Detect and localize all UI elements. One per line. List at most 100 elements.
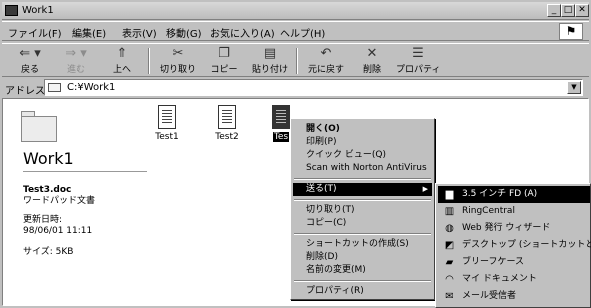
address-dropdown-button[interactable]: ▼ bbox=[567, 81, 581, 94]
send-to-desktop[interactable]: ◩ デスクトップ (ショートカットとして) bbox=[438, 237, 591, 254]
menu-item-send-to[interactable]: 送る(T) ▶ bbox=[293, 183, 432, 196]
address-bar: アドレス C:¥Work1 ▼ bbox=[2, 78, 589, 97]
folder-body-shape bbox=[21, 116, 57, 142]
toolbar-separator bbox=[296, 48, 298, 74]
menu-item-properties[interactable]: プロパティ(R) bbox=[293, 285, 432, 298]
send-to-floppy-label: 3.5 インチ FD (A) bbox=[462, 189, 538, 199]
document-icon bbox=[218, 105, 236, 129]
modified-value: 98/06/01 11:11 bbox=[23, 226, 93, 236]
menu-file[interactable]: ファイル(F) bbox=[8, 25, 62, 40]
menu-go[interactable]: 移動(G) bbox=[166, 25, 202, 40]
menu-item-delete[interactable]: 削除(D) bbox=[293, 251, 432, 264]
document-icon bbox=[272, 105, 290, 129]
menu-separator bbox=[294, 178, 431, 180]
menu-item-cut[interactable]: 切り取り(T) bbox=[293, 204, 432, 217]
modified-label: 更新日時: bbox=[23, 215, 63, 225]
folder-title: Work1 bbox=[23, 149, 74, 168]
up-label: 上へ bbox=[112, 65, 131, 75]
forward-label: 進む bbox=[66, 65, 85, 75]
send-to-web-publish-label: Web 発行 ウィザード bbox=[462, 223, 551, 233]
menu-item-print[interactable]: 印刷(P) bbox=[293, 136, 432, 149]
send-to-mail-recipient[interactable]: ✉ メール受信者 bbox=[438, 288, 590, 305]
my-documents-icon: ◠ bbox=[445, 274, 454, 285]
toolbar: ⇐ ▾ 戻る ⇒ ▾ 進む ⇑ 上へ ✂ 切り取り ❐ コピー ▤ 貼り付け ↶… bbox=[2, 43, 589, 77]
send-to-label: 送る(T) bbox=[306, 184, 337, 194]
menu-bar: ファイル(F) 編集(E) 表示(V) 移動(G) お気に入り(A) ヘルプ(H… bbox=[2, 21, 589, 41]
menu-help[interactable]: ヘルプ(H) bbox=[280, 25, 325, 40]
copy-icon: ❐ bbox=[218, 46, 230, 61]
menu-item-quick-view[interactable]: クイック ビュー(Q) bbox=[293, 149, 432, 162]
paste-button[interactable]: ▤ 貼り付け bbox=[248, 46, 292, 76]
desktop-shortcut-icon: ◩ bbox=[444, 240, 455, 251]
send-to-briefcase[interactable]: ▰ ブリーフケース bbox=[438, 254, 590, 271]
send-to-my-documents-label: マイ ドキュメント bbox=[462, 274, 537, 284]
address-label: アドレス bbox=[5, 86, 45, 97]
back-button[interactable]: ⇐ ▾ 戻る bbox=[8, 46, 52, 76]
delete-x-icon: ✕ bbox=[366, 46, 378, 61]
menu-favorites[interactable]: お気に入り(A) bbox=[210, 25, 275, 40]
send-to-submenu: ▆ 3.5 インチ FD (A) ▥ RingCentral ◍ Web 発行 … bbox=[435, 183, 591, 308]
copy-label: コピー bbox=[210, 65, 238, 75]
menu-item-rename[interactable]: 名前の変更(M) bbox=[293, 264, 432, 277]
send-to-desktop-label: デスクトップ (ショートカットとして) bbox=[462, 240, 591, 250]
forward-arrow-icon: ⇒ ▾ bbox=[65, 46, 87, 61]
send-to-floppy[interactable]: ▆ 3.5 インチ FD (A) bbox=[438, 186, 590, 203]
ringcentral-icon: ▥ bbox=[444, 206, 455, 217]
cut-button[interactable]: ✂ 切り取り bbox=[156, 46, 200, 76]
explorer-window: Work1 _ □ ✕ ファイル(F) 編集(E) 表示(V) 移動(G) お気… bbox=[0, 0, 591, 308]
properties-label: プロパティ bbox=[396, 65, 441, 75]
send-to-ringcentral[interactable]: ▥ RingCentral bbox=[438, 203, 590, 220]
delete-label: 削除 bbox=[362, 65, 381, 75]
toolbar-separator bbox=[148, 48, 150, 74]
undo-button[interactable]: ↶ 元に戻す bbox=[304, 46, 348, 76]
send-to-mail-recipient-label: メール受信者 bbox=[462, 291, 517, 301]
menu-edit[interactable]: 編集(E) bbox=[72, 25, 106, 40]
selected-file-type: ワードパッド文書 bbox=[23, 196, 96, 206]
file-item[interactable]: Test2 bbox=[197, 105, 257, 142]
paste-icon: ▤ bbox=[263, 46, 277, 61]
cut-label: 切り取り bbox=[159, 65, 196, 75]
folder-icon bbox=[48, 83, 61, 92]
menu-item-open[interactable]: 開く(O) bbox=[293, 123, 432, 136]
maximize-button[interactable]: □ bbox=[561, 4, 575, 17]
file-size: サイズ: 5KB bbox=[23, 247, 74, 257]
menu-view[interactable]: 表示(V) bbox=[122, 25, 157, 40]
properties-button[interactable]: ☰ プロパティ bbox=[396, 46, 440, 76]
back-arrow-icon: ⇐ ▾ bbox=[19, 46, 41, 61]
close-button[interactable]: ✕ bbox=[575, 4, 589, 17]
paste-label: 貼り付け bbox=[251, 65, 288, 75]
send-to-my-documents[interactable]: ◠ マイ ドキュメント bbox=[438, 271, 590, 288]
menu-separator bbox=[294, 233, 431, 235]
undo-label: 元に戻す bbox=[307, 65, 344, 75]
windows-logo-icon: ⚑ bbox=[559, 23, 583, 40]
large-folder-icon bbox=[21, 111, 57, 143]
scissors-icon: ✂ bbox=[172, 46, 184, 61]
file-item[interactable]: Test1 bbox=[137, 105, 197, 142]
file-name: Test1 bbox=[155, 132, 179, 142]
menu-item-create-shortcut[interactable]: ショートカットの作成(S) bbox=[293, 238, 432, 251]
minimize-button[interactable]: _ bbox=[547, 4, 561, 17]
document-icon bbox=[158, 105, 176, 129]
submenu-arrow-icon: ▶ bbox=[422, 185, 428, 193]
address-input[interactable]: C:¥Work1 ▼ bbox=[44, 79, 583, 96]
briefcase-icon: ▰ bbox=[445, 257, 454, 268]
file-name: Tes bbox=[272, 132, 290, 142]
menu-item-scan[interactable]: Scan with Norton AntiVirus bbox=[293, 162, 432, 175]
globe-icon: ◍ bbox=[445, 223, 454, 234]
up-folder-icon: ⇑ bbox=[116, 46, 128, 61]
file-name: Test2 bbox=[215, 132, 239, 142]
undo-icon: ↶ bbox=[320, 46, 332, 61]
window-title: Work1 bbox=[22, 5, 54, 16]
up-button[interactable]: ⇑ 上へ bbox=[100, 46, 144, 76]
forward-button[interactable]: ⇒ ▾ 進む bbox=[54, 46, 98, 76]
copy-button[interactable]: ❐ コピー bbox=[202, 46, 246, 76]
delete-button[interactable]: ✕ 削除 bbox=[350, 46, 394, 76]
mail-envelope-icon: ✉ bbox=[445, 291, 454, 302]
floppy-drive-icon: ▆ bbox=[445, 189, 454, 200]
address-value: C:¥Work1 bbox=[67, 82, 116, 93]
back-label: 戻る bbox=[20, 65, 39, 75]
menu-item-copy[interactable]: コピー(C) bbox=[293, 217, 432, 230]
selected-file-name: Test3.doc bbox=[23, 185, 72, 195]
send-to-web-publish[interactable]: ◍ Web 発行 ウィザード bbox=[438, 220, 590, 237]
title-bar[interactable]: Work1 _ □ ✕ bbox=[2, 2, 589, 20]
